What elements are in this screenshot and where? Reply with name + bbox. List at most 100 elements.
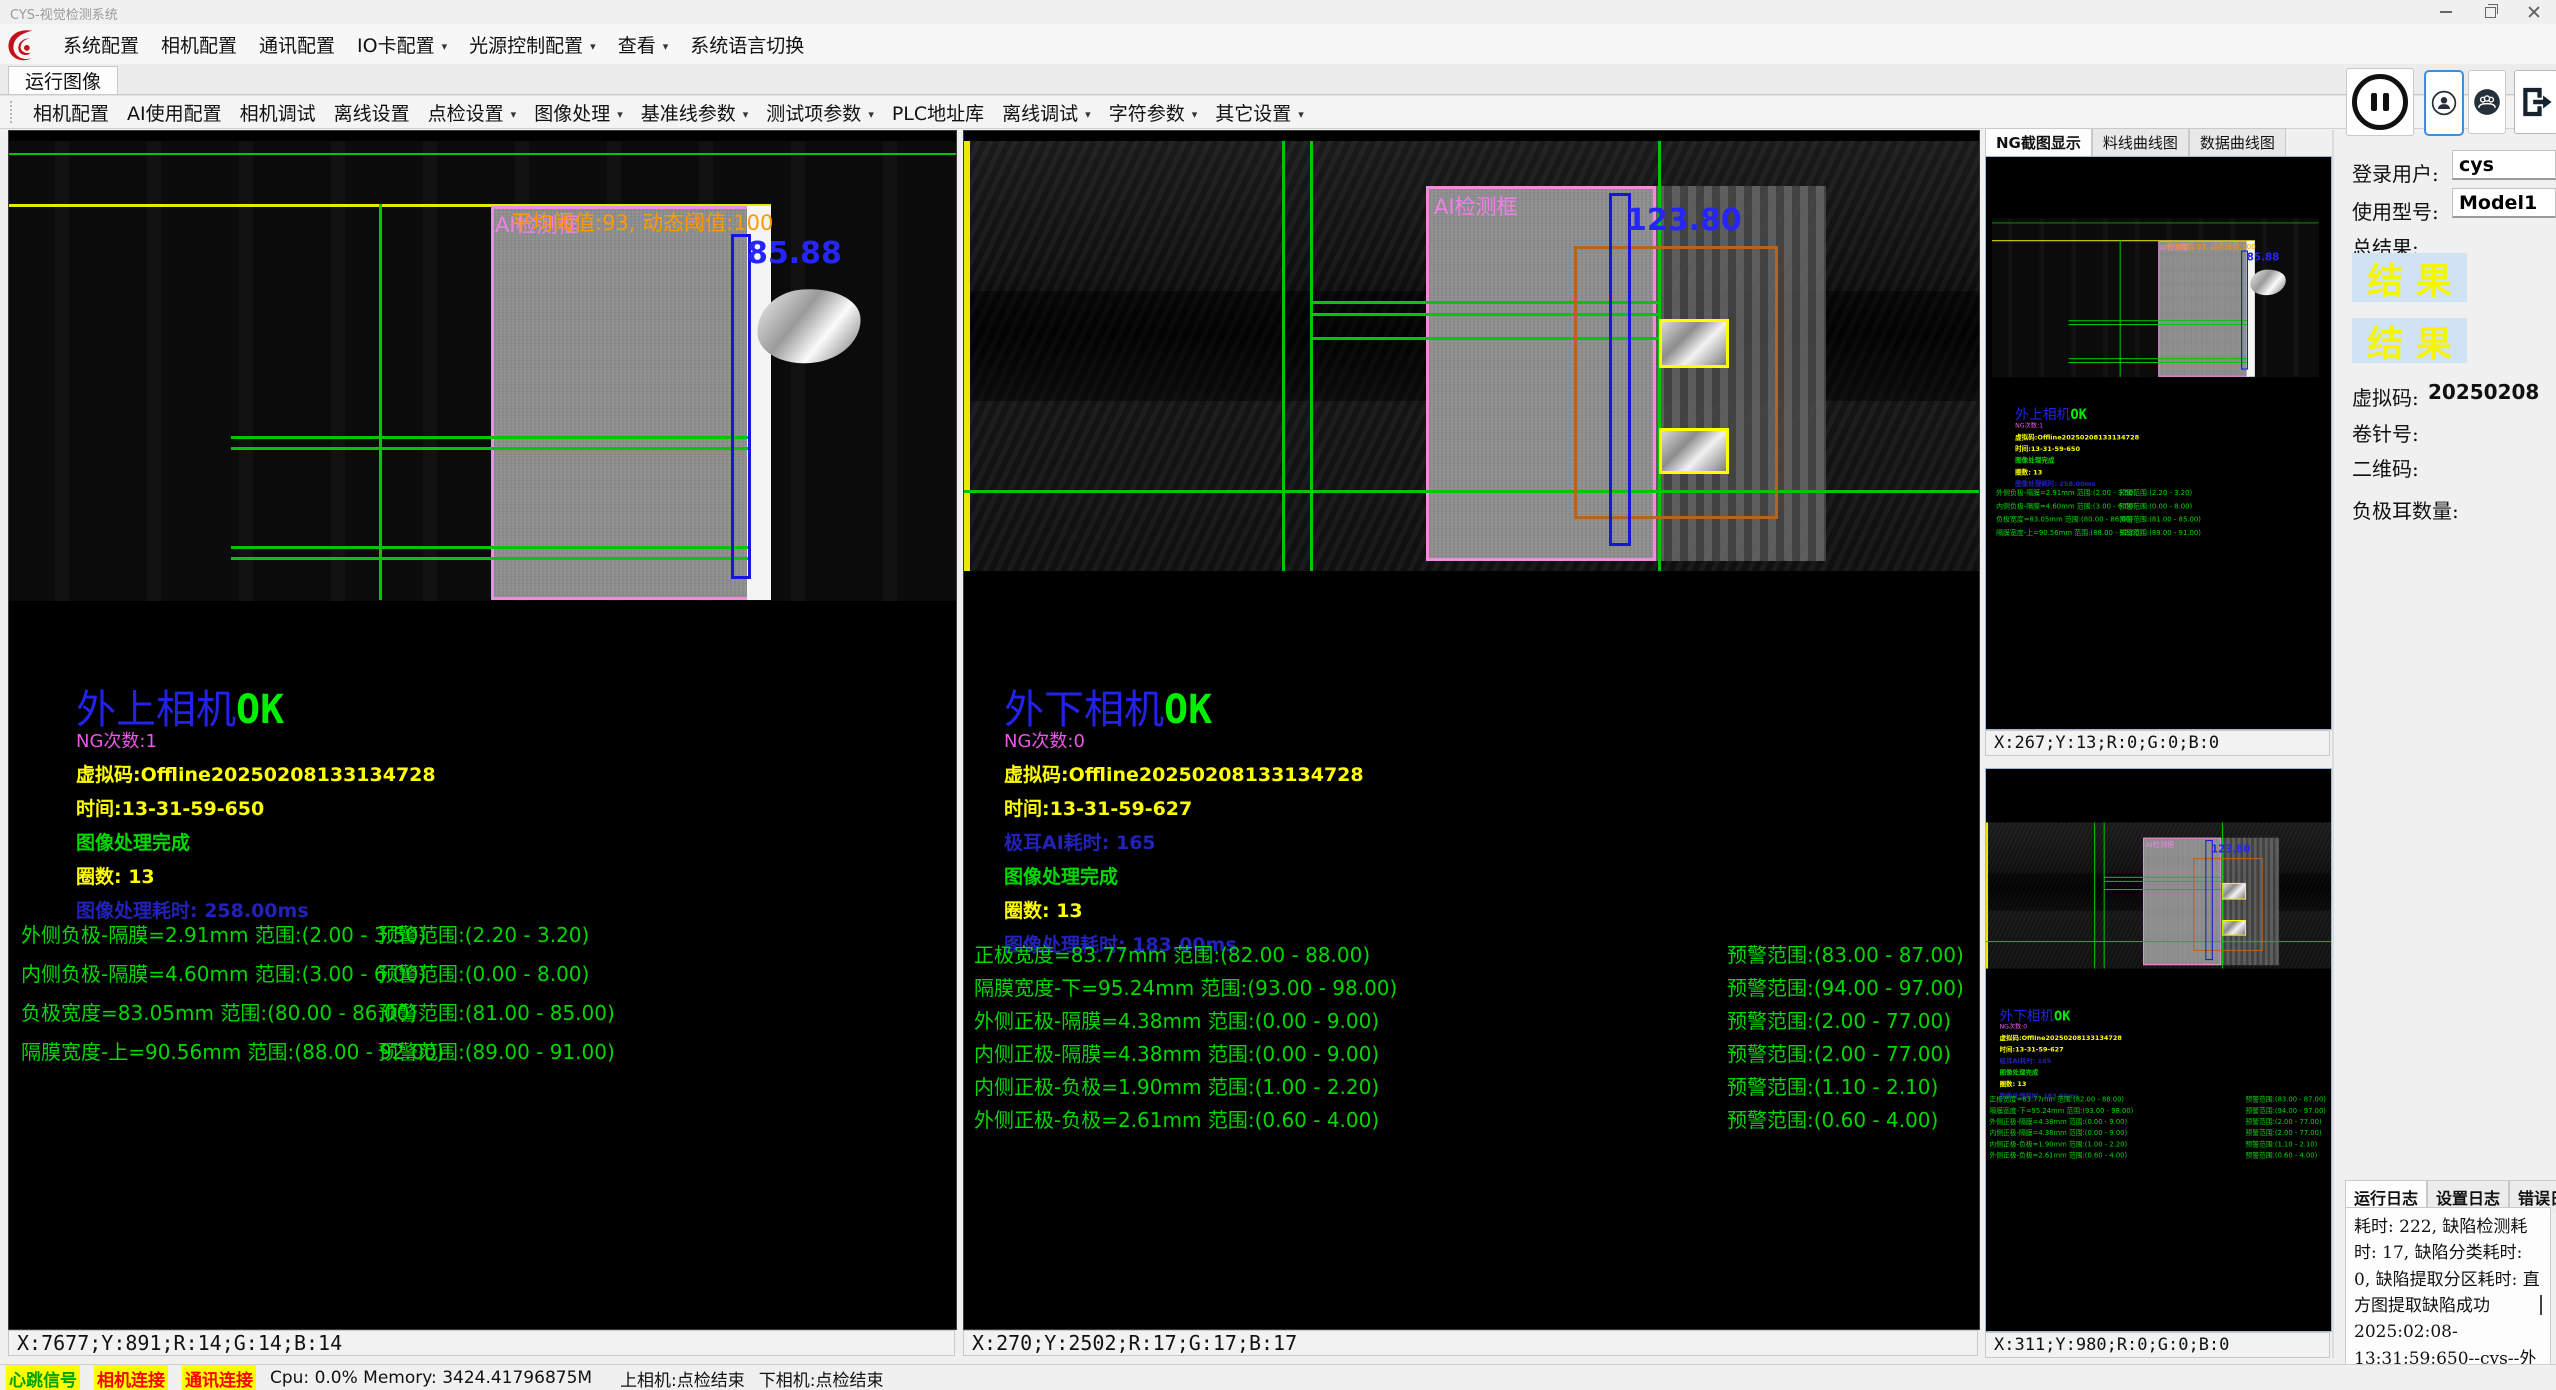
tool-plc-address[interactable]: PLC地址库 — [883, 95, 993, 130]
virtual-code: 虚拟码:Offline20250208133134728 — [76, 760, 436, 787]
warn-range: 预警范围:(94.00 - 97.00) — [2245, 1105, 2326, 1115]
camera-result: OK — [2070, 407, 2087, 423]
measurement: 负极宽度=83.05mm 范围:(80.00 - 86.00) — [1996, 515, 2133, 523]
warn-range: 预警范围:(81.00 - 85.00) — [2119, 514, 2201, 524]
warn-range: 预警范围:(2.00 - 77.00) — [2245, 1116, 2321, 1126]
capture-time: 时间:13-31-59-627 — [2000, 1044, 2122, 1053]
menu-comm-config[interactable]: 通讯配置 — [250, 27, 344, 62]
tool-spotcheck-setting[interactable]: 点检设置 — [419, 95, 526, 130]
menu-language-switch[interactable]: 系统语言切换 — [681, 27, 813, 62]
ai-region-box — [1574, 246, 1778, 519]
tab-detect-box — [2222, 883, 2246, 900]
tool-offline-debug[interactable]: 离线调试 — [993, 95, 1100, 130]
capture-time: 时间:13-31-59-650 — [2015, 444, 2139, 453]
menu-view[interactable]: 查看 — [609, 27, 678, 62]
menu-io-card-config[interactable]: IO卡配置 — [348, 27, 456, 62]
tab-line-curve[interactable]: 料线曲线图 — [2092, 128, 2189, 156]
measurement: 外侧负极-隔膜=2.91mm 范围:(2.00 - 3.50) — [1996, 488, 2136, 496]
process-done: 图像处理完成 — [2000, 1068, 2122, 1077]
measurement: 负极宽度=83.05mm 范围:(80.00 - 86.00) — [21, 1001, 417, 1025]
result-box-lower: 结 果 — [2352, 318, 2467, 363]
warn-range: 预警范围:(83.00 - 87.00) — [1727, 939, 1964, 968]
qrcode-label: 二维码: — [2352, 453, 2419, 482]
current-user-button[interactable] — [2424, 70, 2464, 136]
minimize-button[interactable] — [2424, 0, 2468, 24]
tool-char-params[interactable]: 字符参数 — [1100, 95, 1207, 130]
tool-image-processing[interactable]: 图像处理 — [525, 95, 632, 130]
maximize-button[interactable] — [2468, 0, 2512, 24]
upper-measurements: 外侧负极-隔膜=2.91mm 范围:(2.00 - 3.50)预警范围:(2.2… — [1996, 487, 2142, 541]
virtual-code: 虚拟码:Offline20250208133134728 — [2000, 1033, 2122, 1042]
lower-camera-spotcheck-status: 下相机:点检结束 — [759, 1366, 884, 1390]
model-input[interactable] — [2452, 188, 2556, 218]
vcode-label: 虚拟码: — [2352, 382, 2419, 411]
titlebar: CYS-视觉检测系统 — [0, 0, 2556, 24]
run-log-text[interactable]: 耗时: 222, 缺陷检测耗时: 17, 缺陷分类耗时: 0, 缺陷提取分区耗时… — [2345, 1207, 2551, 1385]
width-value: 85.88 — [747, 236, 842, 271]
measurement: 外侧负极-隔膜=2.91mm 范围:(2.00 - 3.50) — [21, 923, 426, 947]
warn-range: 预警范围:(0.00 - 8.00) — [378, 958, 589, 987]
upper-measurements: 外侧负极-隔膜=2.91mm 范围:(2.00 - 3.50)预警范围:(2.2… — [21, 919, 444, 1075]
tool-test-params[interactable]: 测试项参数 — [757, 95, 883, 130]
app-window: CYS-视觉检测系统 系统配置 相机配置 通讯配置 IO卡配置 光源控制配置 查… — [0, 0, 2556, 1390]
login-user-input[interactable] — [2452, 150, 2556, 180]
upper-camera-spotcheck-status: 上相机:点检结束 — [620, 1366, 745, 1390]
camera-result: OK — [1164, 687, 1212, 733]
text-caret — [2540, 1295, 2542, 1315]
close-button[interactable] — [2512, 0, 2556, 24]
loop-count: 圈数: 13 — [2015, 467, 2139, 476]
measurement: 外侧正极-隔膜=4.38mm 范围:(0.00 - 9.00) — [974, 1009, 1379, 1033]
menu-system-config[interactable]: 系统配置 — [54, 27, 148, 62]
upper-camera-panel[interactable]: AI检测框 平均阈值:93, 动态阈值:100 85.88 外上相机OK NG次… — [8, 130, 957, 1330]
width-value: 123.80 — [1626, 203, 1742, 238]
camera-result: OK — [236, 687, 284, 733]
lower-cursor-readout: X:270;Y:2502;R:17;G:17;B:17 — [963, 1330, 1978, 1356]
threshold-label: 平均阈值:93, 动态阈值:100 — [2165, 241, 2255, 251]
menu-camera-config[interactable]: 相机配置 — [152, 27, 246, 62]
loop-count: 圈数: 13 — [2000, 1079, 2122, 1088]
tool-camera-config[interactable]: 相机配置 — [24, 95, 118, 130]
result-box-upper: 结 果 — [2352, 253, 2467, 302]
lower-camera-panel[interactable]: AI检测框 123.80 外下相机OK NG次数:0 虚拟码:Offline20… — [963, 130, 1980, 1330]
menu-light-config[interactable]: 光源控制配置 — [460, 27, 605, 62]
warn-range: 预警范围:(0.00 - 8.00) — [2119, 500, 2192, 510]
tab-run-image[interactable]: 运行图像 — [8, 66, 118, 94]
pause-button[interactable] — [2346, 68, 2414, 136]
width-value: 85.88 — [2247, 251, 2280, 263]
tool-camera-debug[interactable]: 相机调试 — [231, 95, 325, 130]
tool-offline-setting[interactable]: 离线设置 — [325, 95, 419, 130]
ng-tabbar: NG截图显示 料线曲线图 数据曲线图 — [1985, 128, 2286, 156]
width-measure-box — [2205, 840, 2212, 960]
width-measure-box — [731, 234, 751, 579]
toolbar: 相机配置 AI使用配置 相机调试 离线设置 点检设置 图像处理 基准线参数 测试… — [0, 95, 2556, 129]
tab-detect-box — [1659, 428, 1729, 474]
measurement: 正极宽度=83.77mm 范围:(82.00 - 88.00) — [974, 943, 1370, 967]
needle-label: 卷针号: — [2352, 418, 2419, 447]
width-value: 123.80 — [2211, 843, 2250, 855]
user-manage-button[interactable] — [2468, 70, 2506, 134]
warn-range: 预警范围:(83.00 - 87.00) — [2245, 1094, 2326, 1104]
lower-measurements: 正极宽度=83.77mm 范围:(82.00 - 88.00)预警范围:(83.… — [974, 939, 1397, 1137]
tab-data-curve[interactable]: 数据曲线图 — [2189, 128, 2286, 156]
ng-preview-lower[interactable]: AI检测框 123.80 外下相机OK NG次数:0 虚拟码:Offline20… — [1985, 768, 2332, 1332]
model-label: 使用型号: — [2352, 196, 2439, 225]
users-group-icon — [2473, 88, 2501, 116]
ai-elapsed: 极耳AI耗时: 165 — [2000, 1056, 2122, 1065]
toolbar-grip[interactable] — [10, 101, 16, 123]
tool-ai-config[interactable]: AI使用配置 — [118, 95, 231, 130]
upper-cursor-readout: X:7677;Y:891;R:14;G:14;B:14 — [8, 1330, 955, 1356]
ai-box-label: AI检测框 — [1434, 191, 1518, 221]
pause-icon — [2352, 74, 2408, 130]
tool-baseline-params[interactable]: 基准线参数 — [632, 95, 758, 130]
ng-preview-upper[interactable]: AI检测框 平均阈值:93, 动态阈值:100 85.88 外上相机OK NG次… — [1985, 156, 2332, 730]
upper-camera-info: 外上相机OK NG次数:1 虚拟码:Offline202502081331347… — [76, 689, 436, 923]
measurement: 内侧负极-隔膜=4.60mm 范围:(3.00 - 6.00) — [1996, 502, 2136, 510]
tab-ng-capture[interactable]: NG截图显示 — [1985, 128, 2092, 156]
measurement: 正极宽度=83.77mm 范围:(82.00 - 88.00) — [1989, 1095, 2124, 1103]
tool-other-settings[interactable]: 其它设置 — [1206, 95, 1313, 130]
warn-range: 预警范围:(81.00 - 85.00) — [378, 997, 615, 1026]
heartbeat-indicator: 心跳信号 — [6, 1365, 80, 1390]
measurement: 内侧正极-隔膜=4.38mm 范围:(0.00 - 9.00) — [1989, 1129, 2127, 1137]
warn-range: 预警范围:(2.00 - 77.00) — [1727, 1038, 1951, 1067]
exit-button[interactable] — [2514, 70, 2556, 134]
